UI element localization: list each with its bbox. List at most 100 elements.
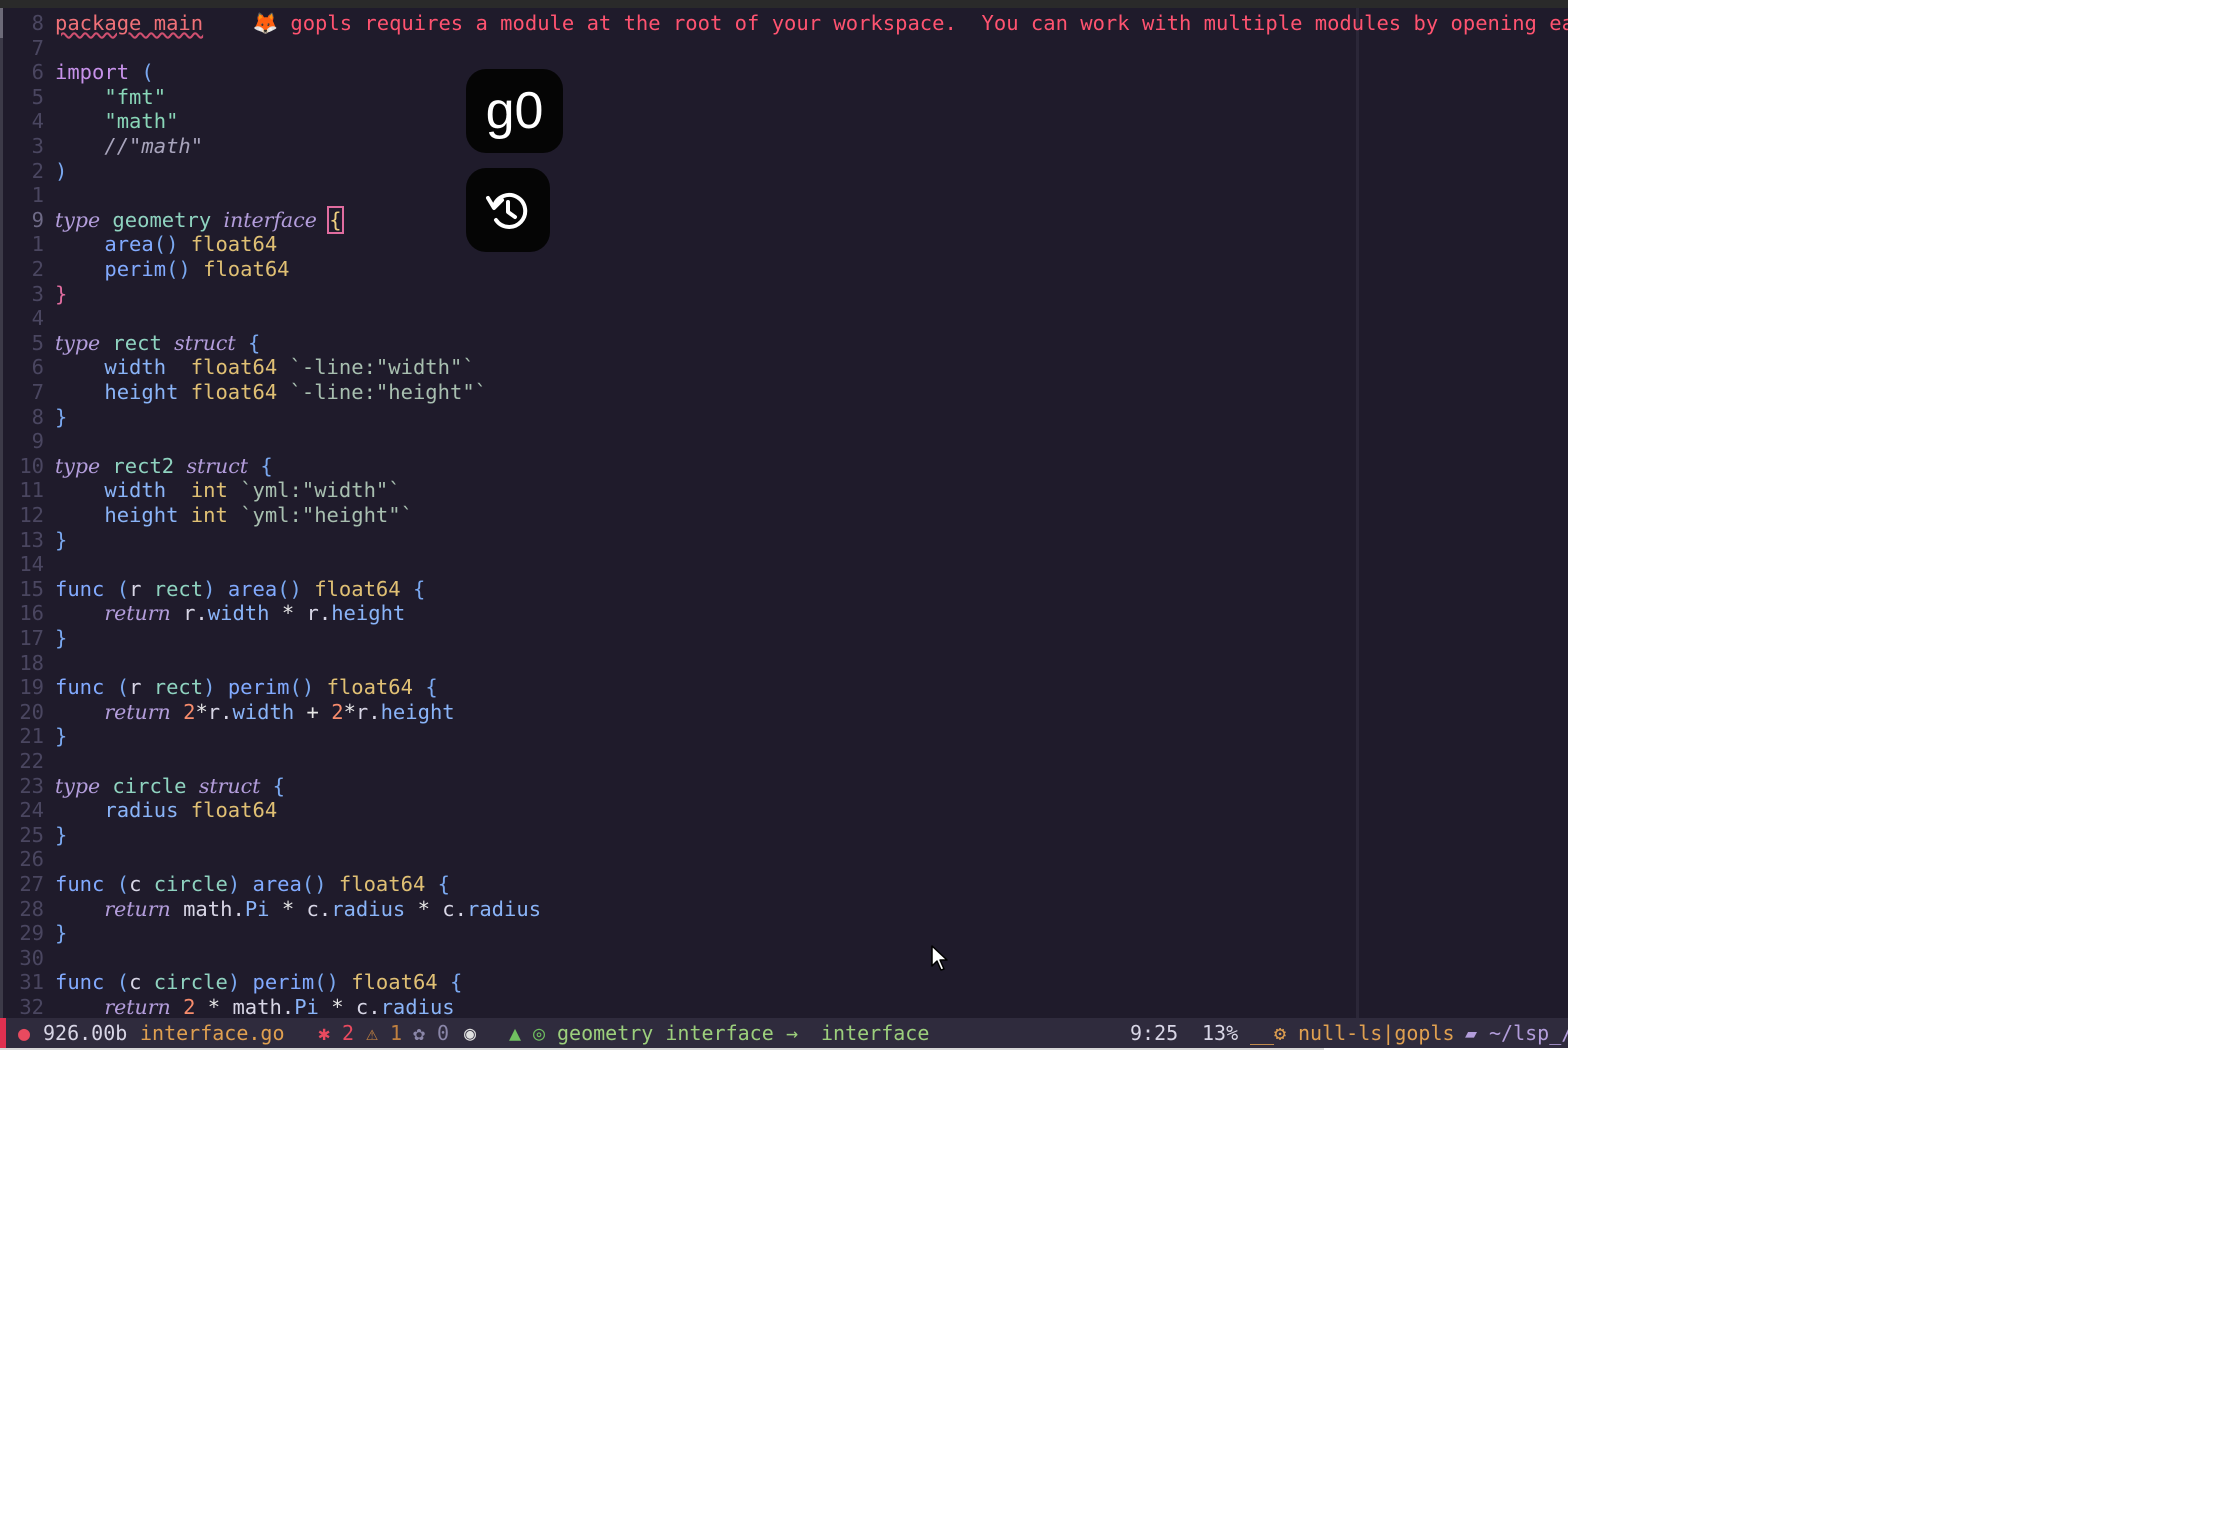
code-token: { [412,576,426,601]
code-token: `-line:"height"` [289,380,488,404]
warning-count[interactable]: 1 [390,1018,402,1048]
code-token: func [55,970,105,995]
code-token: 2 [331,699,344,724]
line-content: return r.width * r.height [55,601,405,626]
breadcrumb-arrow: → [786,1021,799,1045]
line-content: return 2 * math.Pi * c.radius [55,995,454,1018]
breadcrumb-kind[interactable]: interface [821,1018,929,1048]
code-token: ) [203,675,216,700]
code-token: } [55,921,68,946]
code-token: } [55,822,68,847]
lsp-clients[interactable]: null-ls|gopls [1298,1018,1455,1048]
file-name[interactable]: interface.go [140,1018,285,1048]
line-content: return 2*r.width + 2*r.height [55,699,454,725]
code-token: 2 [183,699,196,724]
undo-clock-icon [466,168,550,252]
code-token: area [227,576,278,601]
code-token: circle [112,773,187,798]
hint-count[interactable]: 0 [437,1018,449,1048]
line-content: perim() float64 [55,257,289,282]
code-token: perim [227,675,290,700]
line-content: } [55,724,67,749]
code-token: `yml:"width"` [240,478,401,503]
line-number: 3 [31,134,44,158]
code-token: ( [116,675,130,700]
code-token: `yml:"height"` [240,503,413,527]
line-content: func (r rect) perim() float64 { [55,675,438,700]
breadcrumb-symbol[interactable]: geometry interface [557,1018,774,1048]
code-token: c. [294,896,332,921]
code-token: * [195,699,208,724]
code-token: } [55,281,68,306]
code-token: float64 [338,872,426,896]
line-content: type rect2 struct { [55,454,273,479]
line-number: 11 [19,478,44,503]
line-number: 16 [19,601,44,626]
bottom-divider [0,1048,1324,1050]
scroll-percent: 13% [1202,1021,1239,1045]
code-token: return [104,699,171,724]
code-token: r [129,576,154,601]
line-number: 18 [19,650,44,675]
line-content: func (c circle) perim() float64 { [55,970,462,995]
code-token: struct [198,773,261,798]
code-token: struct [174,330,236,355]
code-token: ( [116,576,130,601]
mouse-pointer-icon [931,945,948,971]
code-token: rect2 [112,453,175,478]
code-editor[interactable]: 8 package main 🦊 gopls requires a module … [0,8,1568,1018]
code-token: radius [104,798,179,823]
error-count[interactable]: 2 [342,1018,354,1048]
status-line: ● 926.00b interface.go ✱ 2 ⚠ 1 ✿ 0 ◉ ▲ ◎… [0,1018,1568,1048]
folder-icon: ▰ [1465,1021,1478,1045]
line-number: 29 [19,921,44,946]
code-token: r. [170,601,208,626]
code-token: rect [112,330,162,355]
line-number: 22 [19,749,44,773]
line-content: area() float64 [55,232,277,257]
code-token: ( [116,970,130,995]
code-token: int [190,503,228,527]
line-content: "math" [55,109,178,134]
line-number: 27 [19,872,44,896]
line-number: 2 [31,257,44,281]
code-token: * [331,995,344,1018]
keycast-keys: g0 [466,69,563,153]
line-content: "fmt" [55,85,166,110]
line-number: 23 [19,773,44,798]
code-token: float64 [190,232,278,257]
line-content: type circle struct { [55,774,285,799]
cursor-position: 9:25 [1130,1021,1179,1045]
line-number: 7 [31,380,44,404]
code-token: width [104,478,167,503]
code-token: r. [207,699,233,724]
line-number: 12 [19,503,44,527]
working-directory[interactable]: ~/lsp_/ [1489,1018,1568,1048]
ladybug-icon: ● [18,1021,31,1045]
line-number: 1 [31,232,44,257]
code-token: () [153,232,179,257]
code-token: } [55,404,68,429]
code-token: ) [227,872,241,896]
line-number: 10 [19,453,44,478]
line-number: 13 [19,527,44,552]
line-content: } [55,626,67,651]
